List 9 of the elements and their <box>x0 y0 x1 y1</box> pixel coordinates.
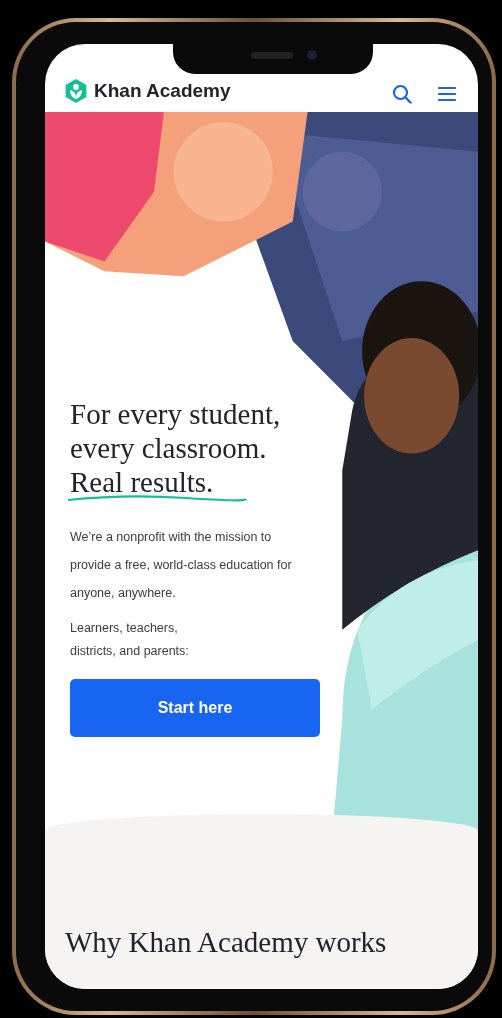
start-button[interactable]: Start here <box>70 679 320 737</box>
search-icon[interactable] <box>392 84 412 104</box>
section-heading: Why Khan Academy works <box>65 926 388 959</box>
menu-icon[interactable] <box>438 86 456 102</box>
mission-text: We’re a nonprofit with the mission to provide a free, world-class education for anyone, anywhere. <box>70 529 293 602</box>
logo-text[interactable]: Khan Academy <box>94 80 231 102</box>
hero-heading: For every student, every classroom. Real results. <box>70 397 340 499</box>
logo-icon <box>63 78 89 104</box>
audience-text: Learners, teachers, districts, and parents: <box>70 620 190 660</box>
